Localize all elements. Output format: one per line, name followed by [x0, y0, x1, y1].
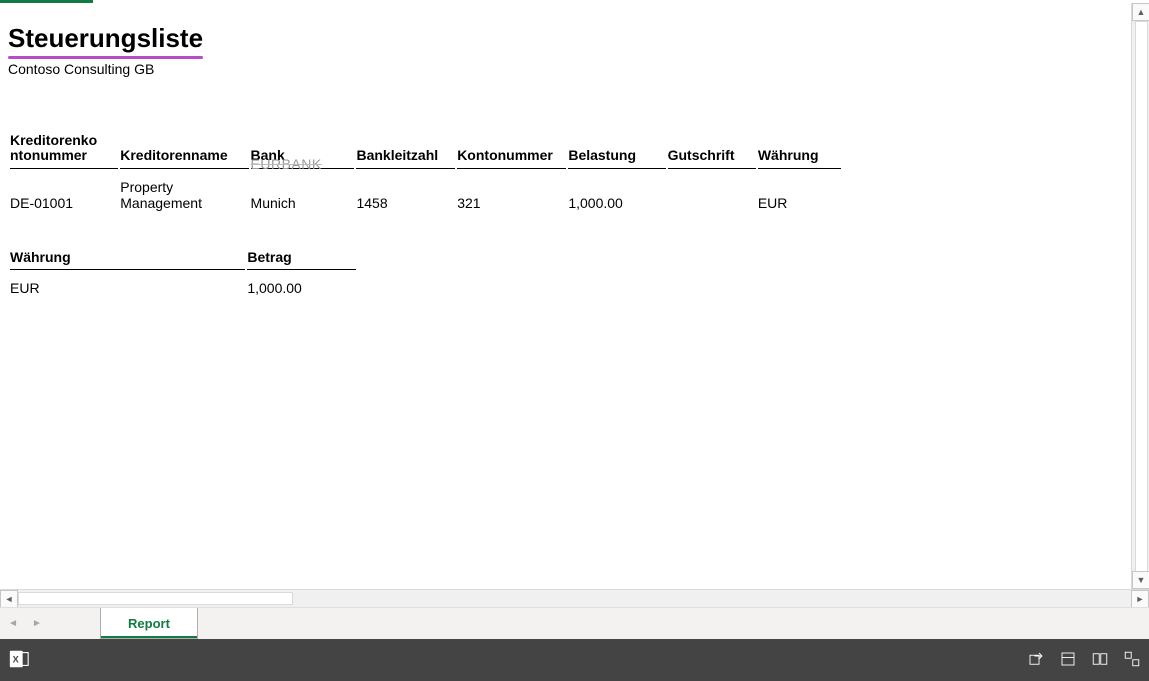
vertical-scroll-thumb[interactable]	[1135, 21, 1148, 573]
bank-ghost-text: EURBANK	[251, 156, 322, 172]
cell-vendor-name: Property Management	[120, 171, 248, 215]
col-credit: Gutschrift	[668, 129, 756, 169]
reading-view-icon[interactable]	[1091, 650, 1109, 671]
main-table: Kreditorenko ntonummer Kreditorenname Ba…	[8, 127, 843, 217]
sheet-tab-row: ◄ ► Report	[0, 607, 1149, 639]
cell-account: 321	[457, 171, 566, 215]
status-bar: X	[0, 639, 1149, 681]
col-vendor-name: Kreditorenname	[120, 129, 248, 169]
col-debit: Belastung	[568, 129, 665, 169]
main-table-header-row: Kreditorenko ntonummer Kreditorenname Ba…	[10, 129, 841, 169]
fullscreen-icon[interactable]	[1123, 650, 1141, 671]
cell-vendor-account: DE-01001	[10, 171, 118, 215]
svg-text:X: X	[13, 654, 20, 664]
col-vendor-account: Kreditorenko ntonummer	[10, 129, 118, 169]
summary-cell-currency: EUR	[10, 272, 245, 300]
col-routing: Bankleitzahl	[356, 129, 455, 169]
cell-currency: EUR	[758, 171, 841, 215]
sheet-nav-prev-icon[interactable]: ◄	[8, 618, 18, 629]
horizontal-scroll-thumb[interactable]	[18, 592, 293, 605]
summary-col-amount: Betrag	[247, 245, 356, 270]
cell-bank-value: Munich	[251, 195, 296, 211]
cell-credit	[668, 171, 756, 215]
report-viewport: Steuerungsliste Contoso Consulting GB Kr…	[0, 3, 1131, 589]
col-currency: Währung	[758, 129, 841, 169]
cell-bank: EURBANK Munich	[251, 171, 355, 215]
scroll-down-button[interactable]: ▼	[1132, 571, 1149, 589]
company-name: Contoso Consulting GB	[8, 61, 1123, 77]
cell-routing: 1458	[356, 171, 455, 215]
summary-table: Währung Betrag EUR 1,000.00	[8, 243, 358, 302]
page-layout-icon[interactable]	[1059, 650, 1077, 671]
cell-debit: 1,000.00	[568, 171, 665, 215]
sheet-tab-report[interactable]: Report	[100, 608, 198, 639]
horizontal-scrollbar[interactable]: ◄ ►	[0, 589, 1149, 607]
sheet-nav-next-icon[interactable]: ►	[32, 618, 42, 629]
summary-header-row: Währung Betrag	[10, 245, 356, 270]
sheet-nav: ◄ ►	[0, 608, 50, 639]
summary-col-currency: Währung	[10, 245, 245, 270]
report-title: Steuerungsliste	[8, 23, 203, 57]
share-icon[interactable]	[1027, 650, 1045, 671]
table-row: DE-01001 Property Management EURBANK Mun…	[10, 171, 841, 215]
scroll-left-button[interactable]: ◄	[0, 590, 18, 608]
summary-row: EUR 1,000.00	[10, 272, 356, 300]
scroll-up-button[interactable]: ▲	[1132, 3, 1149, 21]
scroll-right-button[interactable]: ►	[1131, 590, 1149, 608]
excel-icon: X	[8, 648, 30, 673]
col-account: Kontonummer	[457, 129, 566, 169]
summary-cell-amount: 1,000.00	[247, 272, 356, 300]
vertical-scrollbar[interactable]: ▲ ▼	[1131, 3, 1149, 589]
status-icons	[1027, 650, 1141, 671]
